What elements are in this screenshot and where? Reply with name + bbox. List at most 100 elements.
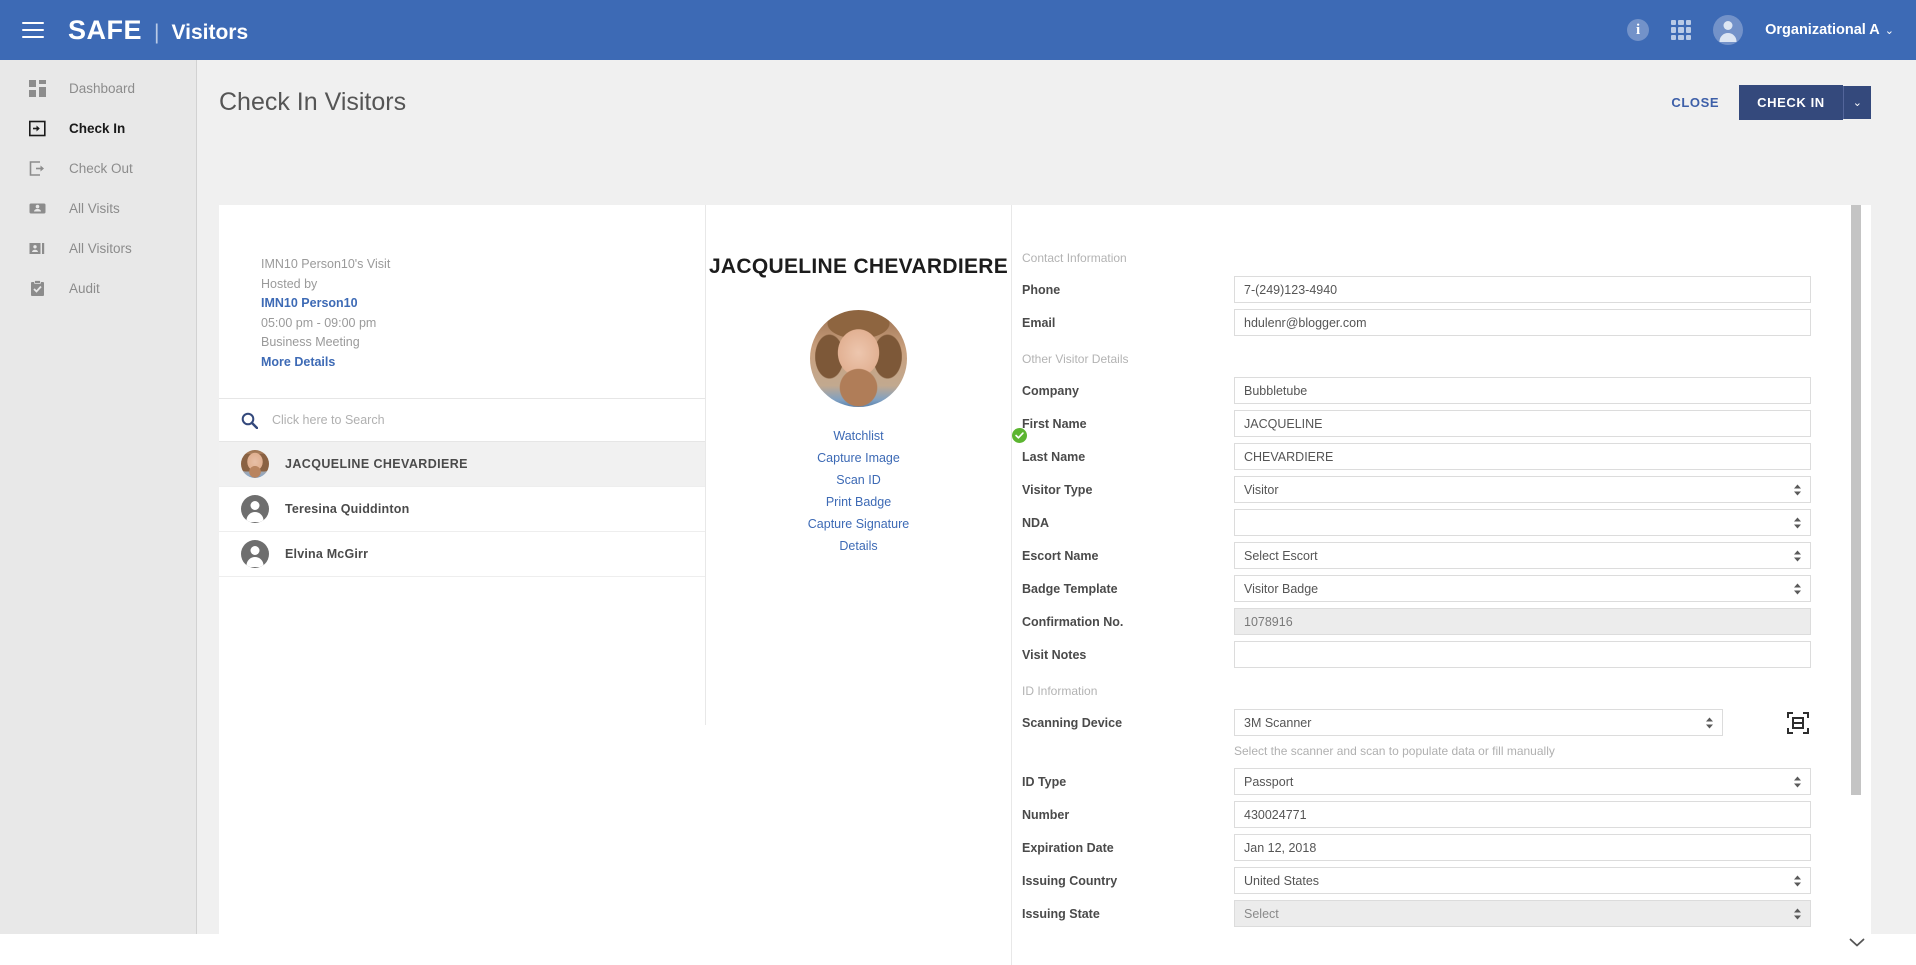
visitor-type-select[interactable]: Visitor	[1234, 476, 1811, 503]
host-name-link[interactable]: IMN10 Person10	[261, 294, 706, 314]
id-type-control: Passport	[1234, 768, 1811, 795]
visitor-name: Teresina Quiddinton	[285, 502, 410, 516]
all-visits-icon	[28, 199, 47, 218]
close-button[interactable]: CLOSE	[1671, 95, 1719, 110]
more-details-link[interactable]: More Details	[261, 353, 706, 373]
sidebar-item-all-visitors[interactable]: All Visitors	[0, 228, 196, 268]
all-visitors-icon	[28, 239, 47, 258]
last-name-label: Last Name	[1022, 449, 1086, 464]
confirmation-no-input	[1234, 608, 1811, 635]
badge-template-select[interactable]: Visitor Badge	[1234, 575, 1811, 602]
sidebar-item-label: Audit	[69, 280, 100, 296]
visitor-name: JACQUELINE CHEVARDIERE	[285, 457, 468, 471]
sidebar-item-check-in[interactable]: Check In	[0, 108, 196, 148]
sidebar-item-audit[interactable]: Audit	[0, 268, 196, 308]
email-input[interactable]	[1234, 309, 1811, 336]
last-name-row: Last Name	[1022, 443, 1811, 470]
visit-notes-label: Visit Notes	[1022, 647, 1087, 662]
issuing-country-label: Issuing Country	[1022, 873, 1118, 888]
company-label: Company	[1022, 383, 1079, 398]
escort-name-control: Select Escort	[1234, 542, 1811, 569]
search-icon	[241, 412, 258, 429]
top-bar-right: i Organizational A ⌄	[1627, 15, 1894, 45]
first-name-row: First Name	[1022, 410, 1811, 437]
search-input[interactable]	[272, 413, 552, 427]
visitor-list-item[interactable]: Elvina McGirr	[219, 532, 706, 577]
expiration-date-input[interactable]	[1234, 834, 1811, 861]
app-name: Visitors	[171, 20, 249, 44]
chevron-down-icon: ⌄	[1884, 25, 1894, 37]
capture-signature-link[interactable]: Capture Signature	[706, 513, 1011, 535]
id-information-section-label: ID Information	[1022, 684, 1098, 698]
page-title: Check In Visitors	[219, 88, 407, 116]
confirmation-no-control	[1234, 608, 1811, 635]
visit-notes-input[interactable]	[1234, 641, 1811, 668]
first-name-input[interactable]	[1234, 410, 1811, 437]
issuing-state-control: Select	[1234, 900, 1811, 927]
visitor-list-item[interactable]: JACQUELINE CHEVARDIERE	[219, 442, 706, 487]
id-type-select[interactable]: Passport	[1234, 768, 1811, 795]
scan-id-link[interactable]: Scan ID	[706, 469, 1011, 491]
issuing-country-row: Issuing Country United States	[1022, 867, 1811, 894]
email-row: Email	[1022, 309, 1811, 336]
watchlist-link[interactable]: Watchlist	[706, 425, 1011, 447]
scanning-device-select[interactable]: 3M Scanner	[1234, 709, 1723, 736]
brand-name: SAFE	[68, 14, 143, 45]
brand: SAFE | Visitors	[68, 15, 248, 46]
scroll-down-chevron-icon[interactable]	[1849, 935, 1865, 953]
id-number-input[interactable]	[1234, 801, 1811, 828]
apps-grid-icon[interactable]	[1671, 20, 1692, 40]
nda-label: NDA	[1022, 515, 1050, 530]
check-in-dropdown-button[interactable]: ⌄	[1842, 86, 1871, 119]
company-control	[1234, 377, 1811, 404]
dashboard-icon	[28, 79, 47, 98]
barcode-scan-icon[interactable]	[1785, 710, 1811, 736]
info-icon[interactable]: i	[1627, 19, 1650, 41]
visit-title: IMN10 Person10's Visit	[261, 257, 391, 271]
check-in-button[interactable]: CHECK IN	[1739, 85, 1843, 120]
nda-select[interactable]	[1234, 509, 1811, 536]
account-avatar[interactable]	[1713, 15, 1744, 45]
visitor-list-panel: IMN10 Person10's Visit Hosted by IMN10 P…	[219, 205, 706, 965]
sidebar-item-all-visits[interactable]: All Visits	[0, 188, 196, 228]
scanning-device-row: Scanning Device 3M Scanner	[1022, 709, 1811, 736]
id-type-row: ID Type Passport	[1022, 768, 1811, 795]
badge-template-control: Visitor Badge	[1234, 575, 1811, 602]
phone-row: Phone	[1022, 276, 1811, 303]
details-link[interactable]: Details	[706, 535, 1011, 557]
sidebar-item-label: All Visits	[69, 200, 120, 216]
last-name-input[interactable]	[1234, 443, 1811, 470]
account-menu[interactable]: Organizational A ⌄	[1765, 21, 1894, 39]
visitor-list-item[interactable]: Teresina Quiddinton	[219, 487, 706, 532]
print-badge-link[interactable]: Print Badge	[706, 491, 1011, 513]
header-actions: CLOSE CHECK IN ⌄	[1671, 85, 1871, 120]
capture-image-link[interactable]: Capture Image	[706, 447, 1011, 469]
phone-input[interactable]	[1234, 276, 1811, 303]
visitor-detail-name: JACQUELINE CHEVARDIERE	[708, 255, 1009, 278]
visit-notes-row: Visit Notes	[1022, 641, 1811, 668]
scanner-help-text: Select the scanner and scan to populate …	[1234, 744, 1555, 758]
sidebar-item-dashboard[interactable]: Dashboard	[0, 68, 196, 108]
visitor-detail-panel: JACQUELINE CHEVARDIERE Watchlist Capture…	[706, 205, 1027, 965]
avatar	[241, 495, 269, 523]
company-input[interactable]	[1234, 377, 1811, 404]
visitor-action-list: Watchlist Capture Image Scan ID Print Ba…	[706, 425, 1027, 557]
scrollbar-thumb[interactable]	[1851, 205, 1861, 795]
scanner-help-row: Select the scanner and scan to populate …	[1022, 744, 1811, 758]
issuing-country-select[interactable]: United States	[1234, 867, 1811, 894]
escort-name-select[interactable]: Select Escort	[1234, 542, 1811, 569]
expiration-date-label: Expiration Date	[1022, 840, 1114, 855]
brand-separator: |	[154, 20, 160, 44]
badge-template-row: Badge Template Visitor Badge	[1022, 575, 1811, 602]
page-area: Check In Visitors CLOSE CHECK IN ⌄ IMN10…	[197, 60, 1916, 965]
visitor-form-panel: Contact Information Phone Email Other Vi…	[1011, 205, 1871, 965]
hosted-by-label: Hosted by	[261, 276, 318, 291]
hamburger-menu-icon[interactable]	[22, 22, 44, 38]
expiration-date-row: Expiration Date	[1022, 834, 1811, 861]
issuing-state-row: Issuing State Select	[1022, 900, 1811, 927]
avatar	[241, 450, 269, 478]
page-header: Check In Visitors CLOSE CHECK IN ⌄	[197, 60, 1916, 145]
visitor-type-control: Visitor	[1234, 476, 1811, 503]
nda-row: NDA	[1022, 509, 1811, 536]
sidebar-item-check-out[interactable]: Check Out	[0, 148, 196, 188]
